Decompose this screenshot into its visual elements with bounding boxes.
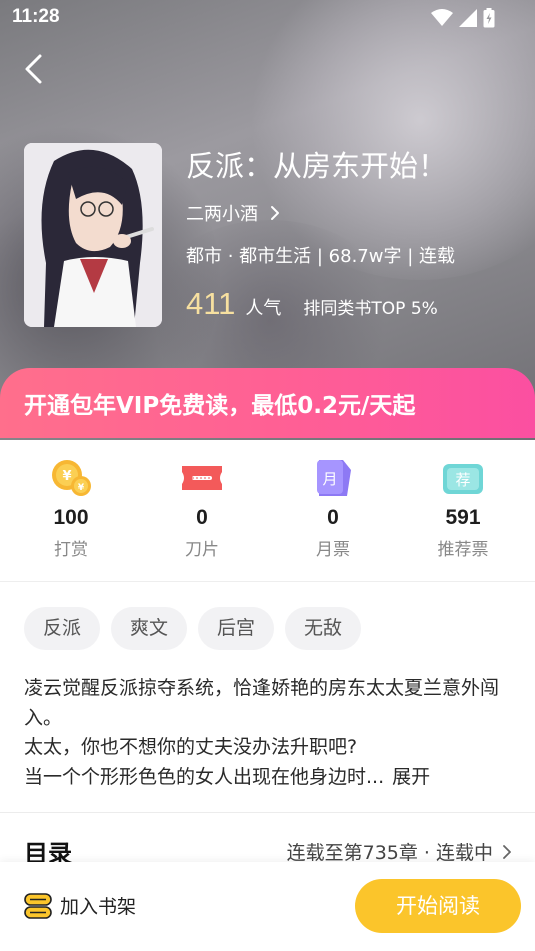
start-reading-button[interactable]: 开始阅读 bbox=[355, 879, 521, 933]
catalog-info: 连载至第735章 · 连载中 bbox=[287, 838, 513, 865]
blade-icon bbox=[180, 458, 224, 498]
svg-text:¥: ¥ bbox=[78, 483, 85, 493]
stat-value: 591 bbox=[445, 506, 481, 529]
book-cover[interactable] bbox=[24, 143, 162, 327]
chevron-right-icon bbox=[271, 206, 279, 220]
bookshelf-icon bbox=[24, 892, 52, 919]
month-ticket-icon: 月 bbox=[311, 458, 355, 498]
svg-text:¥: ¥ bbox=[62, 469, 71, 484]
coin-icon: ¥ ¥ bbox=[49, 458, 93, 498]
rank-text: 排同类书TOP 5% bbox=[303, 299, 438, 319]
tag-chip[interactable]: 爽文 bbox=[111, 607, 188, 650]
stat-recommend-ticket[interactable]: 荐 591 推荐票 bbox=[398, 458, 528, 560]
stat-label: 月票 bbox=[316, 540, 350, 560]
tag-chip[interactable]: 无敌 bbox=[285, 607, 362, 650]
tag-chip[interactable]: 反派 bbox=[24, 607, 101, 650]
book-title: 反派：从房东开始！ bbox=[186, 149, 448, 183]
catalog-status: 连载至第735章 · 连载中 bbox=[286, 842, 493, 864]
popularity-unit: 人气 bbox=[245, 298, 282, 319]
author-link[interactable]: 二两小酒 bbox=[186, 200, 282, 226]
recommend-ticket-icon: 荐 bbox=[441, 458, 485, 498]
vip-banner-text: 开通包年VIP免费读，最低0.2元/天起 bbox=[24, 393, 416, 419]
stat-label: 推荐票 bbox=[437, 540, 489, 560]
status-icons bbox=[431, 8, 495, 28]
book-meta: 都市 · 都市生活 | 68.7w字 | 连载 bbox=[186, 246, 455, 267]
month-glyph: 月 bbox=[322, 470, 337, 488]
stat-value: 100 bbox=[53, 506, 89, 529]
add-to-shelf-button[interactable]: 加入书架 bbox=[24, 892, 136, 919]
book-intro[interactable]: 凌云觉醒反派掠夺系统，恰逢娇艳的房东太太夏兰意外闯入。 太太，你也不想你的丈夫没… bbox=[24, 674, 514, 792]
wifi-icon bbox=[431, 9, 453, 26]
popularity-value: 411 bbox=[186, 286, 236, 321]
expand-link[interactable]: 展开 bbox=[392, 766, 430, 788]
intro-line: 太太，你也不想你的丈夫没办法升职吧? bbox=[24, 736, 358, 758]
tag-chip[interactable]: 后宫 bbox=[198, 607, 275, 650]
stats-row: ¥ ¥ 100 打赏 0 刀片 月 0 月票 荐 591 推荐票 bbox=[0, 440, 535, 582]
vip-banner[interactable]: 开通包年VIP免费读，最低0.2元/天起 bbox=[0, 368, 535, 438]
status-time: 11:28 bbox=[12, 6, 60, 27]
popularity-row: 411 人气 排同类书TOP 5% bbox=[186, 286, 438, 322]
cover-illustration bbox=[24, 143, 162, 327]
signal-icon bbox=[459, 9, 477, 27]
intro-line-last: 当一个个形形色色的女人出现在他身边时... 展开 bbox=[24, 763, 514, 793]
stat-label: 打赏 bbox=[54, 540, 88, 560]
intro-line: 凌云觉醒反派掠夺系统，恰逢娇艳的房东太太夏兰意外闯入。 bbox=[24, 677, 500, 729]
stat-value: 0 bbox=[196, 506, 208, 529]
chevron-left-icon bbox=[25, 54, 42, 84]
recommend-glyph: 荐 bbox=[455, 471, 470, 489]
stat-value: 0 bbox=[327, 506, 339, 529]
stat-blade[interactable]: 0 刀片 bbox=[137, 458, 267, 560]
stat-label: 刀片 bbox=[185, 540, 219, 560]
battery-icon bbox=[483, 8, 495, 28]
add-to-shelf-label: 加入书架 bbox=[60, 896, 137, 918]
divider bbox=[0, 812, 535, 813]
status-bar: 11:28 bbox=[0, 0, 535, 36]
author-name: 二两小酒 bbox=[186, 204, 258, 225]
back-button[interactable] bbox=[14, 50, 54, 90]
chevron-right-icon bbox=[503, 844, 511, 859]
tag-list: 反派 爽文 后宫 无敌 bbox=[24, 607, 362, 650]
stat-month-ticket[interactable]: 月 0 月票 bbox=[268, 458, 398, 560]
bottom-bar: 加入书架 开始阅读 bbox=[0, 862, 535, 951]
intro-line: 当一个个形形色色的女人出现在他身边时... bbox=[24, 765, 385, 788]
stat-reward[interactable]: ¥ ¥ 100 打赏 bbox=[6, 458, 136, 560]
